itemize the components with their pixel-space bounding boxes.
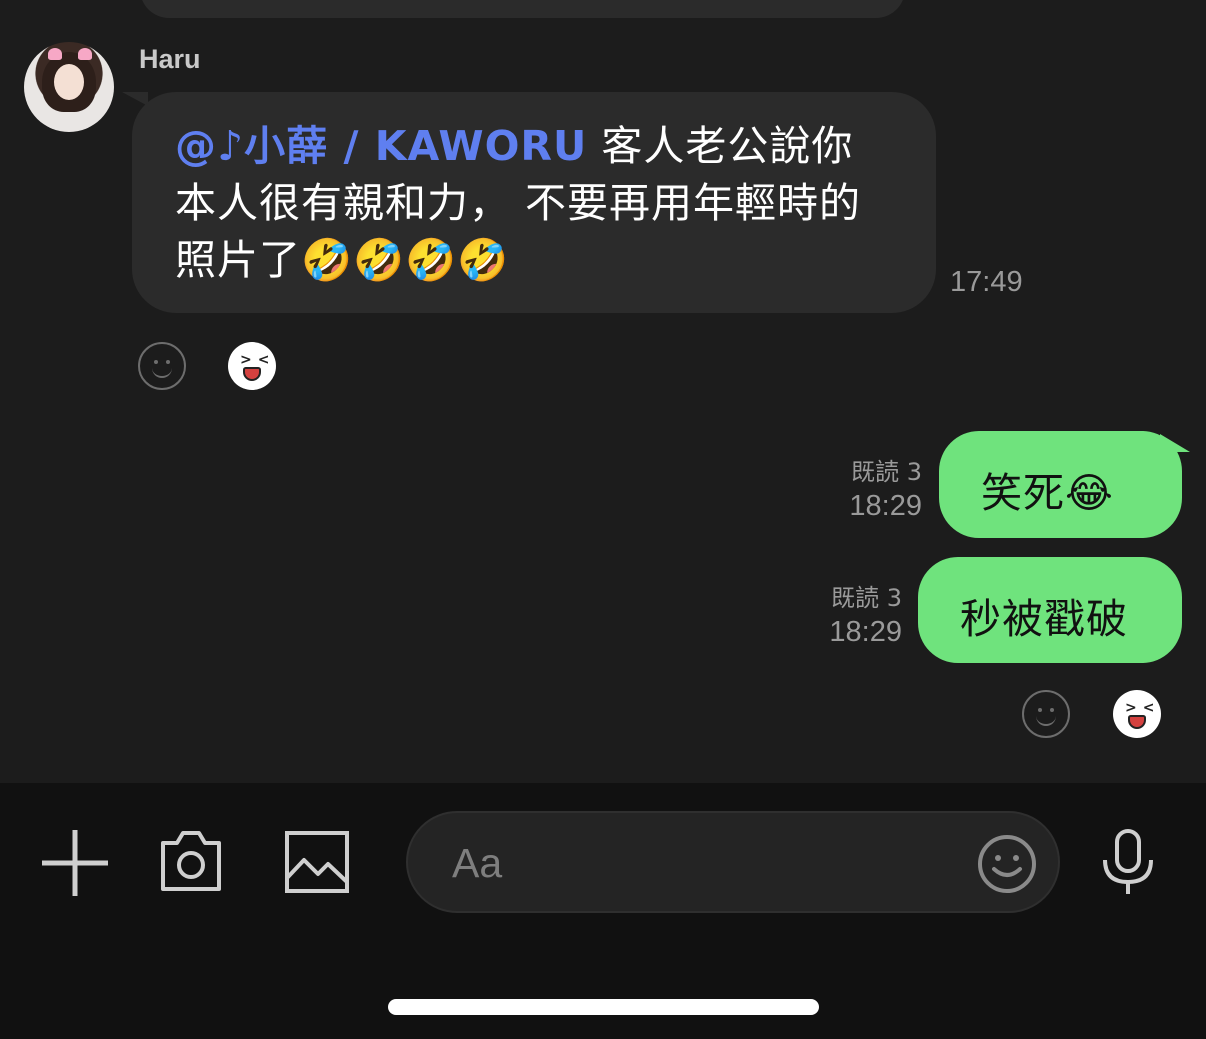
outgoing-message-text: 笑死😂 xyxy=(981,469,1114,517)
message-time: 18:29 xyxy=(849,490,922,522)
camera-icon[interactable] xyxy=(157,827,225,895)
outgoing-message-text: 秒被戳破 xyxy=(960,595,1128,643)
sender-avatar[interactable] xyxy=(24,42,114,132)
incoming-message-text: @♪小薛 / KAWORU 客人老公說你 本人很有親和力， 不要再用年輕時的 照… xyxy=(175,118,915,289)
previous-message-bubble xyxy=(140,0,905,18)
message-time: 17:49 xyxy=(950,266,1023,298)
laughing-face-sticker-icon[interactable]: >< xyxy=(1113,690,1161,738)
message-input-placeholder: Aa xyxy=(452,840,503,886)
laughing-face-sticker-icon[interactable]: >< xyxy=(228,342,276,390)
message-text-line3: 照片了🤣🤣🤣🤣 xyxy=(175,236,510,284)
add-reaction-icon[interactable] xyxy=(138,342,186,390)
plus-icon[interactable] xyxy=(40,828,110,898)
message-input[interactable] xyxy=(406,811,1060,913)
message-text-line1: 客人老公說你 xyxy=(587,122,854,170)
mention-link[interactable]: @♪小薛 / KAWORU xyxy=(175,122,587,170)
message-meta: 既読 3 18:29 xyxy=(790,456,922,524)
message-text-line2: 本人很有親和力， 不要再用年輕時的 xyxy=(175,179,862,227)
read-receipt: 既読 3 xyxy=(831,584,902,612)
microphone-icon[interactable] xyxy=(1100,828,1156,896)
outgoing-message-bubble[interactable]: 秒被戳破 xyxy=(918,557,1182,663)
read-receipt: 既読 3 xyxy=(851,458,922,486)
add-reaction-icon[interactable] xyxy=(1022,690,1070,738)
home-indicator[interactable] xyxy=(388,999,819,1015)
sender-name: Haru xyxy=(139,44,201,74)
message-time: 18:29 xyxy=(829,616,902,648)
emoji-icon[interactable] xyxy=(976,833,1038,895)
outgoing-message-bubble[interactable]: 笑死😂 xyxy=(939,431,1182,538)
image-icon[interactable] xyxy=(284,830,350,894)
message-meta: 既読 3 18:29 xyxy=(770,582,902,650)
